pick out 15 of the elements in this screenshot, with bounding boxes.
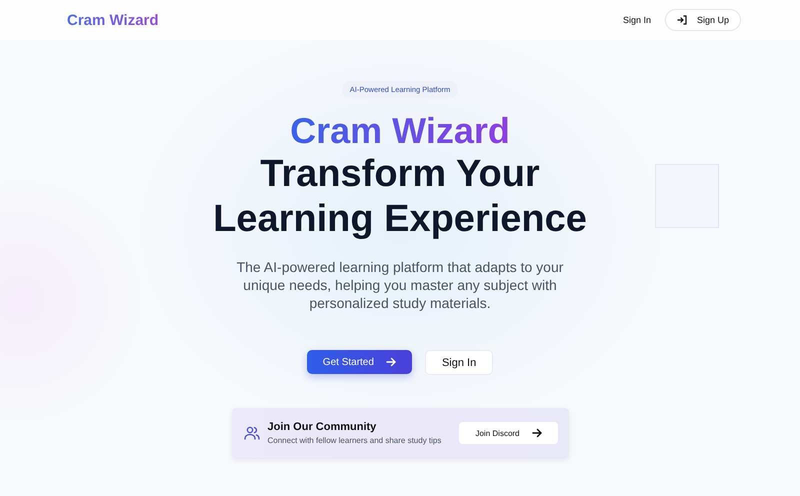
login-icon [676,15,687,25]
users-icon [244,426,260,440]
description: The AI-powered learning platform that adapts to your unique needs, helping you master any subject with personalized study materials. [236,258,564,312]
logo[interactable]: Cram Wizard [67,12,159,28]
sign-up-button[interactable]: Sign Up [664,9,741,31]
decorative-square [655,164,719,228]
community-title: Join Our Community [268,421,378,433]
community-subtitle: Connect with fellow learners and share study tips [268,436,442,445]
headline: Transform Your Learning Experience [212,152,588,242]
arrow-right-icon [532,428,542,438]
sign-in-button[interactable]: Sign In [424,350,494,375]
sign-in-link[interactable]: Sign In [622,11,651,29]
get-started-button[interactable]: Get Started [306,350,412,374]
arrow-right-icon [386,357,396,367]
join-discord-button[interactable]: Join Discord [459,422,558,444]
